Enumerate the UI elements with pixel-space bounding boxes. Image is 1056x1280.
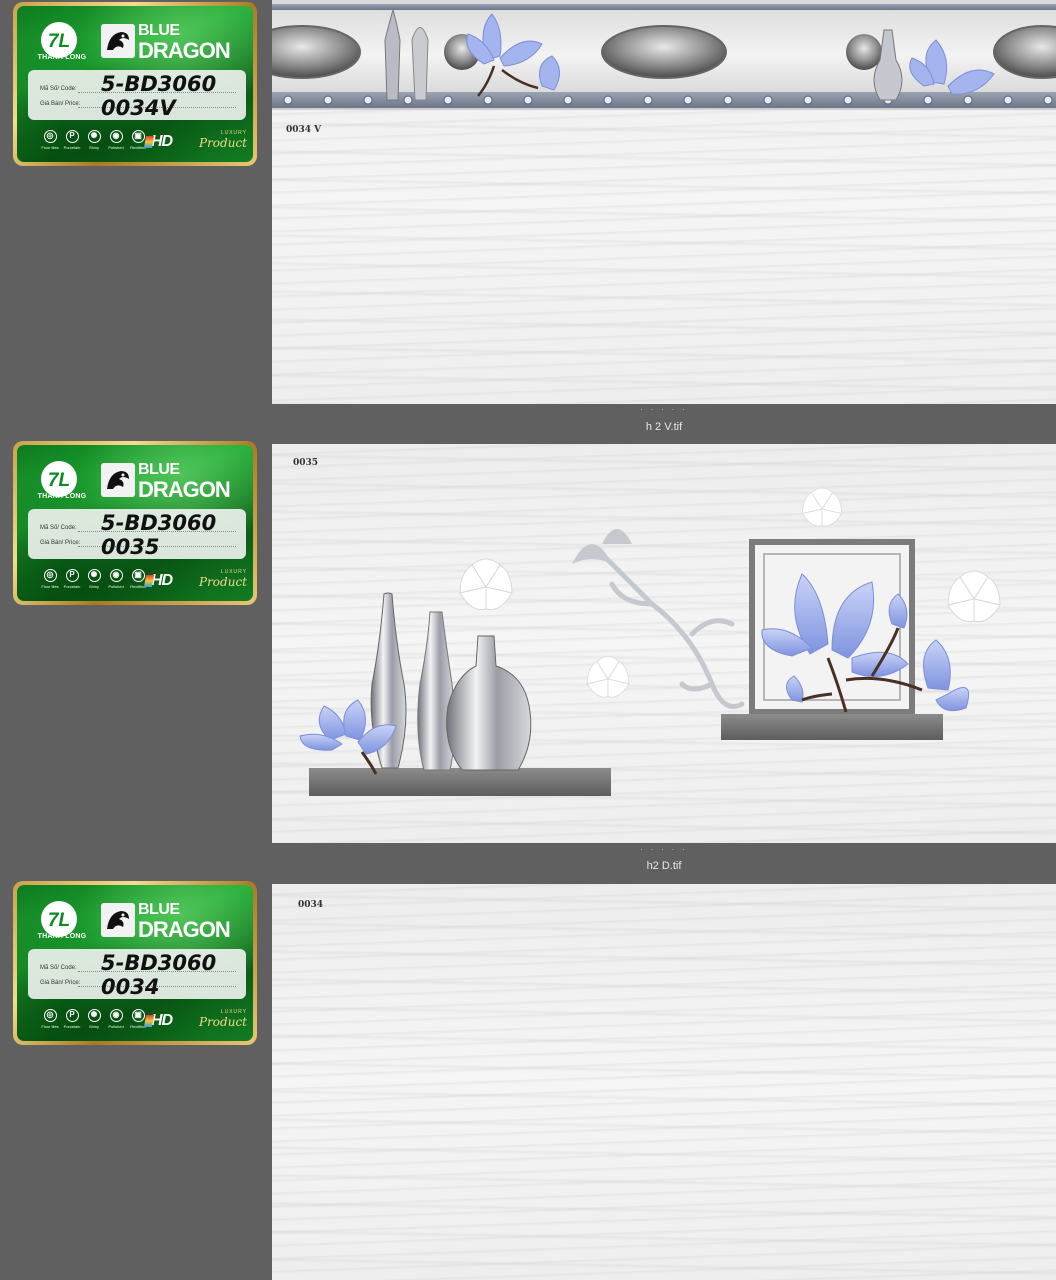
price-label: Giá Bán/ Price: [40, 980, 81, 986]
porcelain-feature: P Porcelain [63, 569, 81, 589]
porcelain-feature: P Porcelain [63, 1009, 81, 1029]
dragon-icon [101, 24, 135, 58]
caption-dots: . . . . . [640, 843, 688, 852]
shiny-icon: ✺ [87, 569, 101, 582]
round-vase [446, 635, 532, 771]
floor-tile-icon: ◎ [43, 1009, 57, 1022]
hd-technology-logo: HD [151, 572, 173, 589]
file-caption[interactable]: h 2 V.tif [272, 421, 1056, 433]
tile-code-label: 0034 V [286, 125, 322, 135]
card-background: 7L THANH LONG BLUE DRAGON Mã Số/ Code: G… [17, 885, 253, 1041]
shiny-icon: ✺ [87, 130, 101, 143]
rectified-icon: ▣ [131, 569, 145, 582]
floor-tiles-feature: ◎ Floor tiles [41, 569, 59, 589]
product-label-card: 7L THANH LONG BLUE DRAGON Mã Số/ Code: G… [13, 441, 257, 605]
code-label: Mã Số/ Code: [40, 86, 77, 92]
product-code-line1: 5-BD3060 [101, 951, 217, 975]
blue-dragon-logo: BLUE DRAGON [101, 901, 251, 942]
file-caption[interactable]: h2 D.tif [272, 860, 1056, 872]
floor-tile-icon: ◎ [43, 569, 57, 582]
polished-icon: ◉ [109, 1009, 123, 1022]
floor-tile-icon: ◎ [43, 130, 57, 143]
code-label: Mã Số/ Code: [40, 965, 77, 971]
product-code-line2: 0034 [101, 975, 160, 999]
product-code-line2: 0034V [101, 96, 176, 120]
shiny-feature: ✺ Shiny [87, 1009, 101, 1029]
blue-dragon-logo: BLUE DRAGON [101, 22, 251, 63]
shiny-icon: ✺ [87, 1009, 101, 1022]
tile-preview-0035: 0035 [272, 444, 1056, 843]
product-label-card: 7L THANH LONG BLUE DRAGON Mã Số/ Code: G… [13, 2, 257, 166]
hd-technology-logo: HD [151, 133, 173, 150]
dragon-icon [101, 903, 135, 937]
porcelain-icon: P [65, 130, 79, 143]
luxury-product-mark: LUXURY Product [199, 569, 247, 589]
code-label: Mã Số/ Code: [40, 525, 77, 531]
luxury-product-mark: LUXURY Product [199, 130, 247, 150]
shiny-feature: ✺ Shiny [87, 569, 101, 589]
trefoil-ornaments [459, 487, 1001, 698]
rectified-icon: ▣ [131, 1009, 145, 1022]
tile-preview-0034: 0034 [272, 884, 1056, 1280]
tile-preview-0034v: 0034 V [272, 0, 1056, 404]
porcelain-icon: P [65, 1009, 79, 1022]
product-code-line1: 5-BD3060 [101, 511, 217, 535]
border-tile-strip [272, 0, 1056, 110]
brand-short: THANH LONG [37, 54, 87, 61]
polished-icon: ◉ [109, 130, 123, 143]
svg-text:7L: 7L [48, 31, 70, 52]
feature-icons: ◎ Floor tiles P Porcelain ✺ Shiny ◉ Polished… [39, 1009, 149, 1033]
textured-vase [417, 611, 456, 771]
polished-feature: ◉ Polished [108, 130, 124, 150]
picture-frame [749, 539, 915, 715]
product-code-line1: 5-BD3060 [101, 72, 217, 96]
dragon-icon [101, 463, 135, 497]
price-label: Giá Bán/ Price: [40, 101, 81, 107]
svg-text:7L: 7L [48, 910, 70, 931]
tile-code-label: 0034 [298, 900, 324, 910]
porcelain-feature: P Porcelain [63, 130, 81, 150]
polished-feature: ◉ Polished [108, 1009, 124, 1029]
left-shelf [309, 768, 611, 796]
luxury-product-mark: LUXURY Product [199, 1009, 247, 1029]
feature-icons: ◎ Floor tiles P Porcelain ✺ Shiny ◉ Polished… [39, 130, 149, 154]
card-background: 7L THANH LONG BLUE DRAGON Mã Số/ Code: G… [17, 445, 253, 601]
caption-dots: . . . . . [640, 403, 688, 412]
blue-dragon-logo: BLUE DRAGON [101, 461, 251, 502]
polished-icon: ◉ [109, 569, 123, 582]
shiny-feature: ✺ Shiny [87, 130, 101, 150]
brand-main: DRAGON [138, 917, 231, 942]
floor-tiles-feature: ◎ Floor tiles [41, 130, 59, 150]
rectified-icon: ▣ [131, 130, 145, 143]
decor-artwork [299, 487, 1001, 796]
brand-main: DRAGON [138, 38, 231, 63]
card-background: 7L THANH LONG BLUE DRAGON Mã Số/ Code: G… [17, 6, 253, 162]
floor-tiles-feature: ◎ Floor tiles [41, 1009, 59, 1029]
svg-text:7L: 7L [48, 470, 70, 491]
porcelain-icon: P [65, 569, 79, 582]
brand-main: DRAGON [138, 477, 231, 502]
brand-short: THANH LONG [37, 493, 87, 500]
brand-short: THANH LONG [37, 933, 87, 940]
feature-icons: ◎ Floor tiles P Porcelain ✺ Shiny ◉ Polished… [39, 569, 149, 593]
right-shelf [721, 714, 943, 740]
price-label: Giá Bán/ Price: [40, 540, 81, 546]
polished-feature: ◉ Polished [108, 569, 124, 589]
hd-technology-logo: HD [151, 1012, 173, 1029]
product-code-line2: 0035 [101, 535, 160, 559]
product-label-card: 7L THANH LONG BLUE DRAGON Mã Số/ Code: G… [13, 881, 257, 1045]
